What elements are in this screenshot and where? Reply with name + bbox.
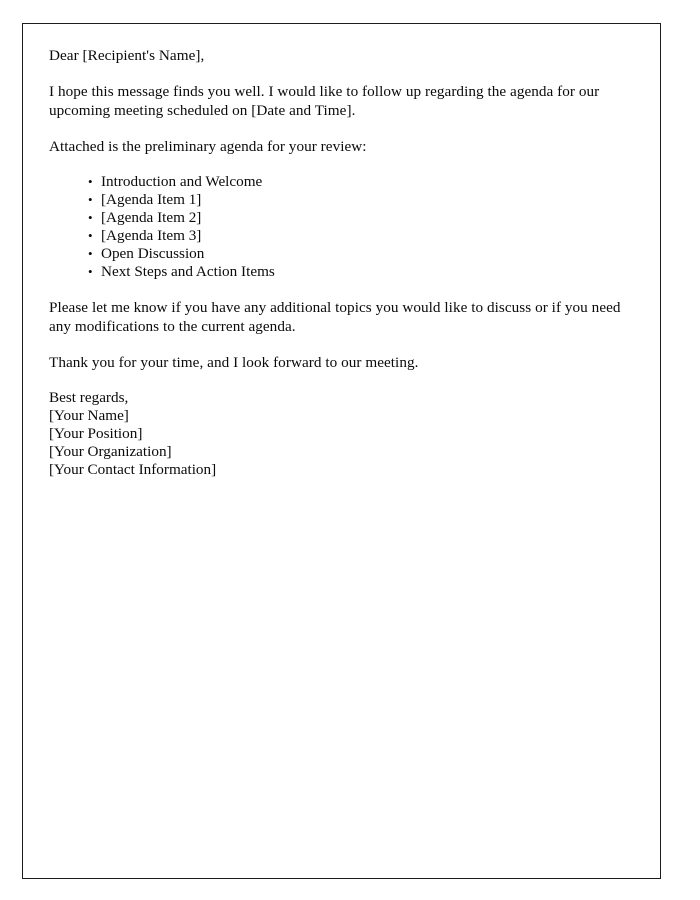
letter-body: Dear [Recipient's Name], I hope this mes… — [49, 46, 630, 479]
salutation: Dear [Recipient's Name], — [49, 47, 205, 64]
signature-organization: [Your Organization] — [49, 443, 172, 460]
list-item: [Agenda Item 1] — [88, 191, 630, 209]
signature-block: Best regards, [Your Name] [Your Position… — [49, 389, 630, 479]
signature-closing: Best regards, — [49, 389, 129, 406]
attachment-paragraph: Attached is the preliminary agenda for y… — [49, 138, 367, 155]
list-item: [Agenda Item 3] — [88, 227, 630, 245]
list-item: Introduction and Welcome — [88, 173, 630, 191]
agenda-list: Introduction and Welcome [Agenda Item 1]… — [49, 173, 630, 281]
signature-position: [Your Position] — [49, 425, 143, 442]
closing-paragraph: Thank you for your time, and I look forw… — [49, 354, 419, 371]
document-page: Dear [Recipient's Name], I hope this mes… — [22, 23, 661, 879]
list-item: Open Discussion — [88, 245, 630, 263]
signature-contact: [Your Contact Information] — [49, 461, 217, 478]
followup-paragraph: Please let me know if you have any addit… — [49, 299, 621, 335]
signature-name: [Your Name] — [49, 407, 129, 424]
list-item: Next Steps and Action Items — [88, 263, 630, 281]
intro-paragraph: I hope this message finds you well. I wo… — [49, 83, 600, 119]
list-item: [Agenda Item 2] — [88, 209, 630, 227]
